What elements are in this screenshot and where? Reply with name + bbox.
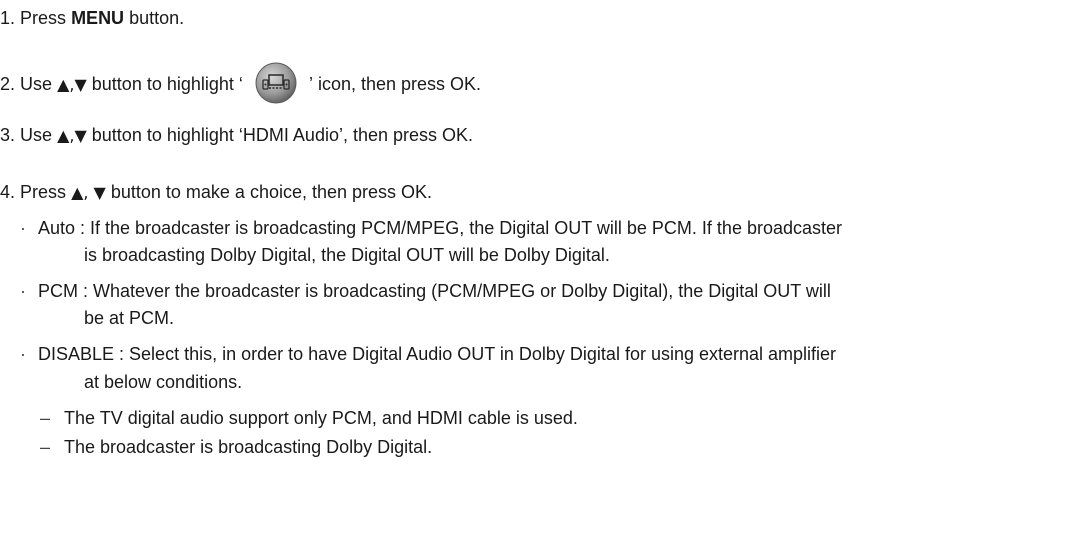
option-disable-line-1: DISABLE : Select this, in order to have …	[38, 344, 837, 364]
step-2-text-mid: button to highlight	[91, 73, 234, 94]
step-1-text-pre: Press	[20, 8, 67, 28]
option-disable: · DISABLE : Select this, in order to have…	[20, 343, 836, 365]
step-2-number: 2.	[0, 73, 16, 94]
step-3-text-pre: Use	[20, 125, 53, 145]
step-1-number: 1.	[0, 8, 16, 28]
condition-1-text: The TV digital audio support only PCM, a…	[64, 408, 578, 428]
step-1-text-post: button.	[129, 8, 185, 28]
hdmi-audio-label: ‘HDMI Audio’	[238, 125, 343, 145]
step-3-text-post: , then press OK.	[342, 125, 474, 145]
option-pcm-line-1: PCM : Whatever the broadcaster is broadc…	[38, 281, 831, 301]
bullet: ·	[20, 344, 26, 364]
up-down-arrows: ▲, ▼	[71, 183, 106, 202]
option-pcm-line-2: be at PCM.	[84, 308, 175, 328]
step-2-text-post: icon, then press OK.	[317, 73, 482, 94]
bullet: ·	[20, 218, 26, 238]
bullet: ·	[20, 281, 26, 301]
option-disable-line-2: at below conditions.	[84, 372, 243, 392]
close-quote: ’	[308, 73, 313, 94]
condition-item: – The broadcaster is broadcasting Dolby D…	[40, 436, 432, 458]
condition-item: – The TV digital audio support only PCM, …	[40, 407, 578, 429]
up-down-arrows: ▲,▼	[57, 126, 87, 145]
dash: –	[40, 408, 51, 428]
step-4-number: 4.	[0, 182, 16, 202]
option-auto: · Auto : If the broadcaster is broadcasti…	[20, 217, 842, 239]
dash: –	[40, 437, 51, 457]
step-3-text-mid: button to highlight	[91, 125, 234, 145]
menu-button-label: MENU	[71, 8, 125, 28]
step-4-text-pre: Press	[20, 182, 67, 202]
up-down-arrows: ▲,▼	[57, 74, 87, 94]
option-auto-line-2: is broadcasting Dolby Digital, the Digit…	[84, 245, 610, 265]
open-quote: ‘	[238, 73, 243, 94]
step-4-text-post: button to make a choice, then press OK.	[110, 182, 433, 202]
setup-tv-speaker-icon	[254, 61, 298, 105]
option-pcm: · PCM : Whatever the broadcaster is broad…	[20, 280, 831, 302]
step-2: 2. Use ▲,▼ button to highlight ‘ ’ icon,…	[0, 61, 482, 107]
step-3: 3. Use ▲,▼ button to highlight ‘HDMI Aud…	[0, 124, 473, 147]
step-2-text-pre: Use	[20, 73, 53, 94]
option-auto-line-1: Auto : If the broadcaster is broadcastin…	[38, 218, 843, 238]
step-3-number: 3.	[0, 125, 16, 145]
condition-2-text: The broadcaster is broadcasting Dolby Di…	[64, 437, 433, 457]
step-4: 4. Press ▲, ▼ button to make a choice, t…	[0, 181, 432, 204]
step-1: 1. Press MENU button.	[0, 7, 184, 29]
